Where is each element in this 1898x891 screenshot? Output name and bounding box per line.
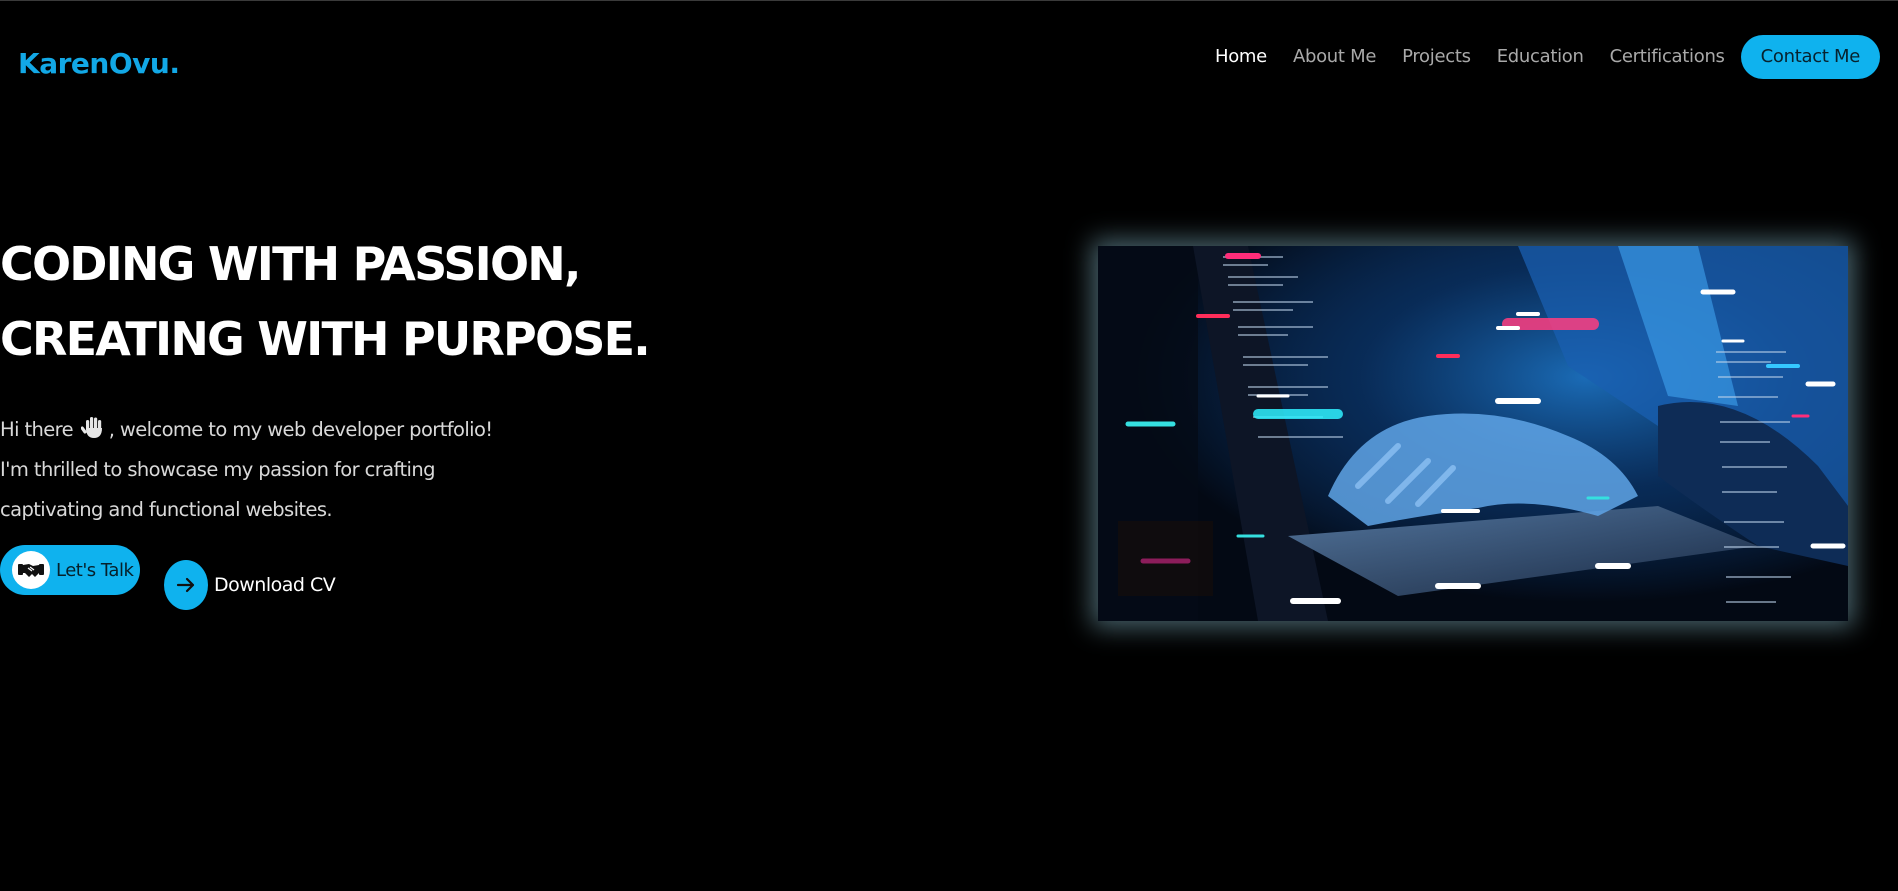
nav-item-education[interactable]: Education (1497, 35, 1584, 79)
download-cv-button[interactable]: Download CV (164, 560, 336, 610)
nav-item-certifications[interactable]: Certifications (1610, 35, 1725, 79)
coding-laptop-illustration (1098, 246, 1848, 621)
intro-line-3: captivating and functional websites. (0, 498, 333, 521)
arrow-right-icon (164, 560, 208, 610)
download-cv-label: Download CV (214, 574, 336, 596)
nav-item-projects[interactable]: Projects (1402, 35, 1471, 79)
nav-item-about-me[interactable]: About Me (1293, 35, 1376, 79)
hero-intro: Hi there , welcome to my web developer p… (0, 410, 560, 530)
intro-rest: , welcome to my web developer portfolio! (108, 418, 493, 441)
portfolio-page: KarenOvu. Home About Me Projects Educati… (0, 0, 1898, 891)
contact-me-button[interactable]: Contact Me (1740, 35, 1880, 79)
headline-line-1: CODING WITH PASSION, (0, 237, 581, 291)
intro-greeting: Hi there (0, 418, 74, 441)
lets-talk-button[interactable]: Let's Talk (0, 545, 140, 595)
nav-item-home[interactable]: Home (1215, 35, 1267, 79)
handshake-icon (12, 551, 50, 589)
headline-line-2: CREATING WITH PURPOSE. (0, 312, 651, 366)
lets-talk-label: Let's Talk (56, 559, 134, 581)
hero-headline: CODING WITH PASSION, CREATING WITH PURPO… (0, 227, 700, 377)
hand-wave-icon (80, 413, 107, 438)
main-nav: Home About Me Projects Education Certifi… (1189, 35, 1880, 79)
hero-image (1098, 246, 1848, 621)
site-logo[interactable]: KarenOvu. (18, 47, 180, 80)
intro-line-2: I'm thrilled to showcase my passion for … (0, 458, 435, 481)
